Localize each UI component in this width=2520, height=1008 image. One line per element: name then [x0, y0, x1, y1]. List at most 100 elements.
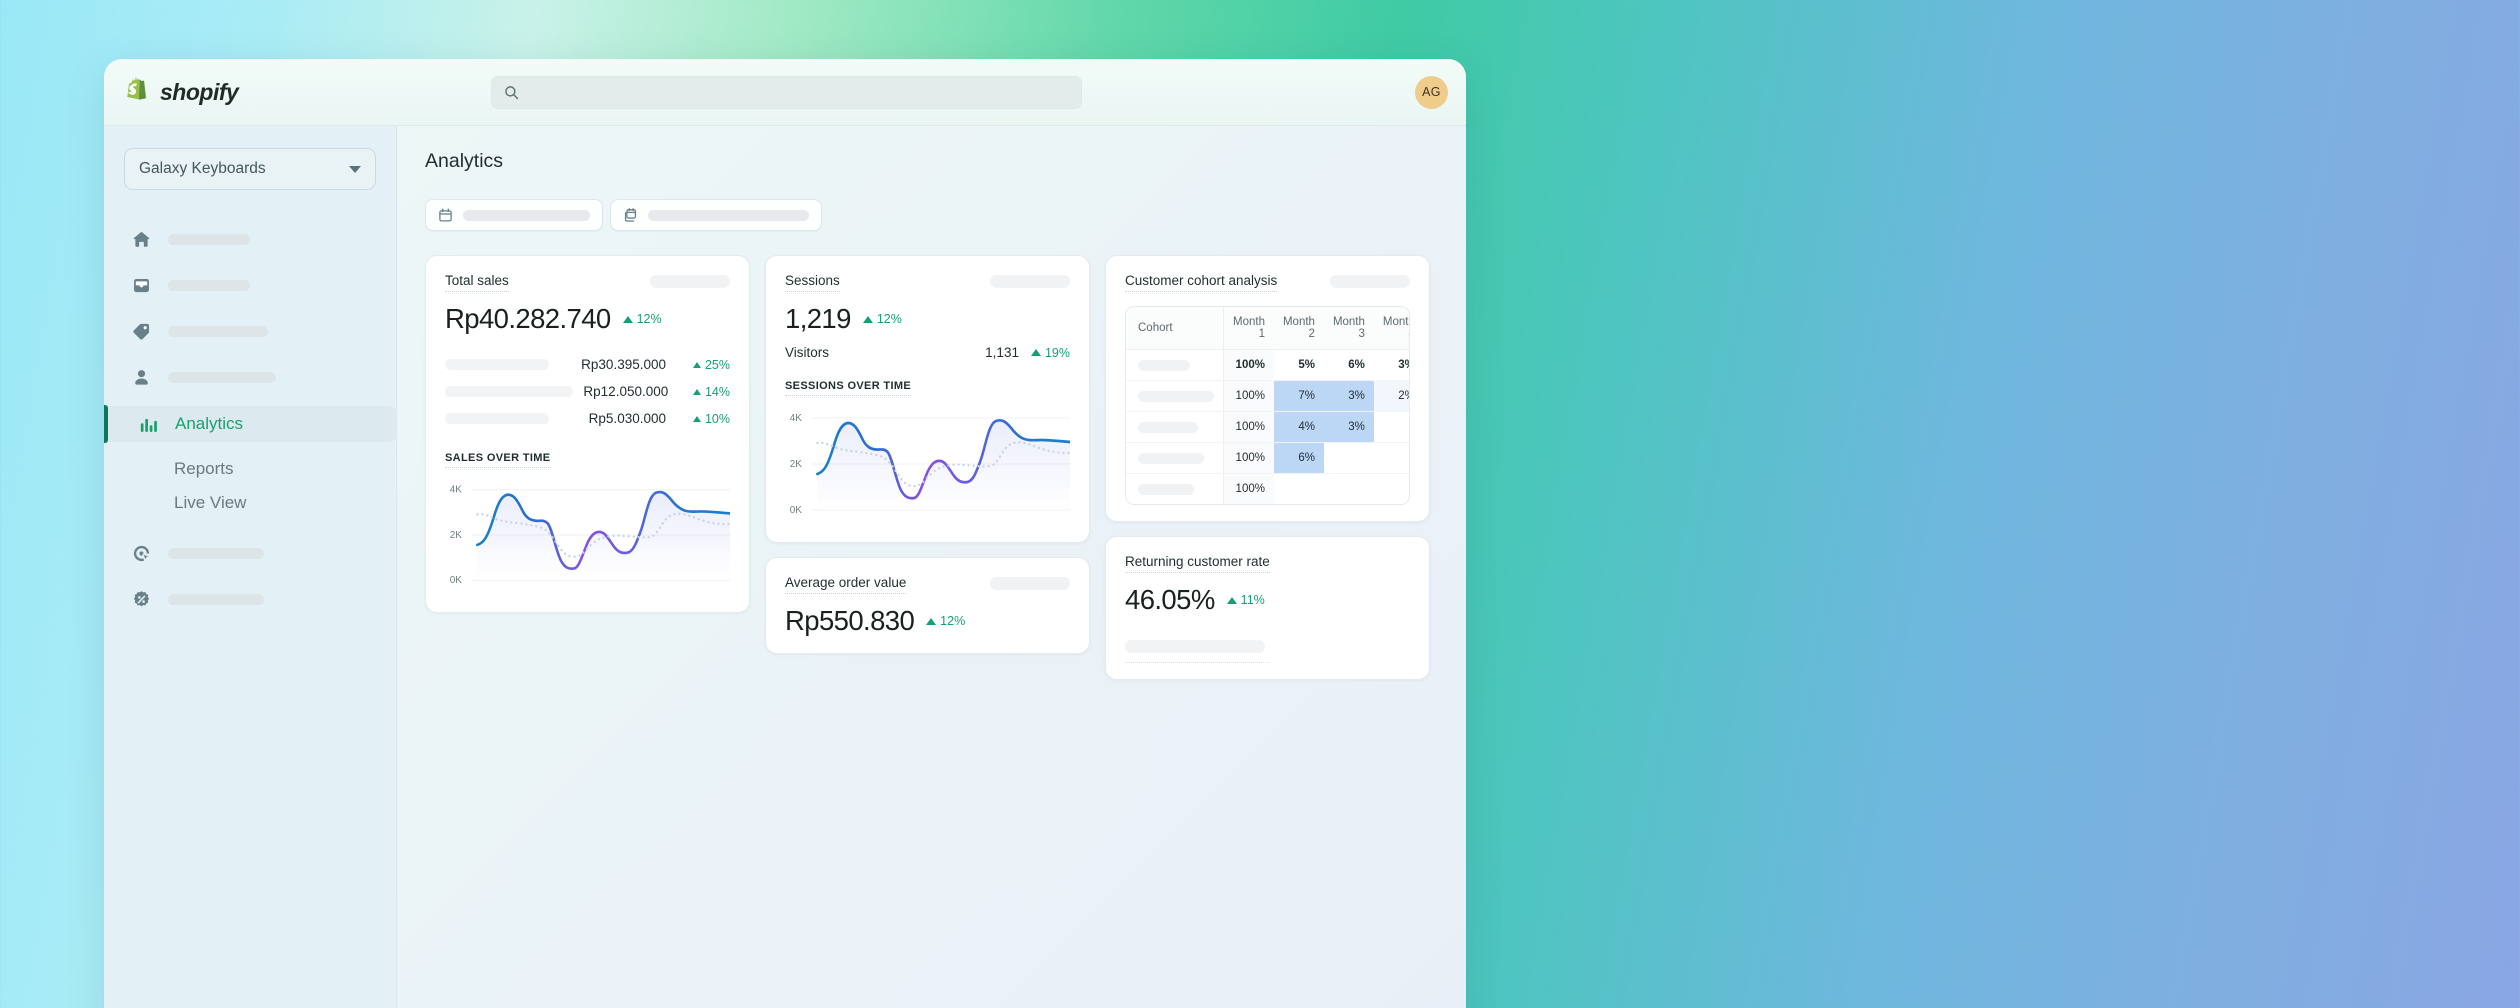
col-header-month-4: Month 4: [1373, 307, 1409, 350]
sidebar-item-orders[interactable]: [124, 268, 376, 302]
column-cohort: Customer cohort analysis Cohort Month 1 …: [1105, 255, 1430, 680]
column-sessions: Sessions 1,219 12% Visitors 1,131 19% SE…: [765, 255, 1090, 654]
store-selector[interactable]: Galaxy Keyboards: [124, 148, 376, 190]
cell-m4: [1373, 442, 1409, 474]
store-selector-value: Galaxy Keyboards: [139, 160, 266, 177]
total-sales-breakdown: Rp30.395.000 25% Rp12.050.000 14% Rp5.03…: [445, 351, 730, 432]
svg-text:4K: 4K: [450, 485, 462, 496]
sidebar-item-label-placeholder: [168, 371, 276, 383]
table-header-row: Cohort Month 1 Month 2 Month 3 Month 4: [1126, 307, 1409, 350]
total-sales-delta: 12%: [622, 312, 662, 326]
page-title: Analytics: [425, 150, 504, 172]
sidebar-item-live-view[interactable]: Live View: [124, 488, 376, 518]
breakdown-value: Rp30.395.000: [581, 357, 666, 372]
card-menu-placeholder[interactable]: [990, 275, 1070, 288]
sidebar-item-home[interactable]: [124, 222, 376, 256]
chevron-down-icon: [349, 165, 361, 173]
cohort-label-placeholder: [1138, 452, 1204, 464]
sidebar-item-live-view-label: Live View: [174, 493, 247, 512]
rcr-delta-value: 11%: [1240, 593, 1265, 607]
table-row: 100% 7% 3% 2%: [1126, 380, 1409, 412]
total-sales-title: Total sales: [445, 273, 509, 292]
calendar-icon: [439, 208, 452, 222]
breakdown-row: Rp5.030.000 10%: [445, 405, 730, 432]
shopify-logo[interactable]: shopify: [124, 77, 424, 108]
cell-m3: 3%: [1323, 380, 1374, 412]
sidebar-item-label-placeholder: [168, 547, 264, 559]
cell-m3: [1323, 442, 1374, 474]
breakdown-row: Rp30.395.000 25%: [445, 351, 730, 378]
svg-text:4K: 4K: [790, 413, 802, 424]
sidebar-item-marketing[interactable]: [124, 536, 376, 570]
card-returning-customer-rate: Returning customer rate 46.05% 11%: [1105, 536, 1430, 680]
card-average-order-value: Average order value Rp550.830 12%: [765, 557, 1090, 654]
table-row: 100%: [1126, 473, 1409, 505]
svg-text:2K: 2K: [450, 530, 462, 541]
cell-m1: 100%: [1223, 442, 1274, 474]
breakdown-row: Rp12.050.000 14%: [445, 378, 730, 405]
cell-m4: 3%: [1373, 349, 1409, 381]
cell-m4: 2%: [1373, 380, 1409, 412]
rcr-value: 46.05%: [1125, 584, 1215, 615]
trend-up-icon: [862, 315, 873, 323]
cohort-table: Cohort Month 1 Month 2 Month 3 Month 4: [1125, 306, 1410, 505]
cell-m1: 100%: [1223, 349, 1274, 381]
total-sales-value: Rp40.282.740: [445, 303, 611, 334]
trend-up-icon: [1030, 349, 1041, 356]
breakdown-delta-value: 10%: [704, 411, 730, 426]
breakdown-label-placeholder: [445, 413, 549, 424]
sidebar-item-analytics-label: Analytics: [175, 414, 244, 433]
col-header-month-2: Month 2: [1273, 307, 1324, 350]
card-menu-placeholder[interactable]: [990, 577, 1070, 590]
aov-title: Average order value: [785, 575, 907, 594]
aov-value: Rp550.830: [785, 605, 915, 636]
svg-text:0K: 0K: [450, 575, 462, 586]
rcr-delta: 11%: [1226, 593, 1265, 607]
target-cursor-icon: [133, 545, 151, 562]
cohort-label-placeholder: [1138, 390, 1214, 402]
cell-m2: 4%: [1273, 411, 1324, 443]
sidebar-item-discounts[interactable]: [124, 582, 376, 616]
sidebar-item-label-placeholder: [168, 279, 250, 291]
search-input[interactable]: [526, 85, 1069, 99]
card-total-sales: Total sales Rp40.282.740 12% Rp30.395.00…: [425, 255, 750, 613]
rcr-title: Returning customer rate: [1125, 554, 1270, 573]
table-row: 100% 6%: [1126, 442, 1409, 474]
sidebar-divider-gap: [124, 522, 376, 536]
card-grid: Total sales Rp40.282.740 12% Rp30.395.00…: [425, 255, 1438, 680]
cohort-title: Customer cohort analysis: [1125, 273, 1278, 292]
total-sales-delta-value: 12%: [636, 312, 662, 326]
cell-m1: 100%: [1223, 380, 1274, 412]
search-area: [424, 75, 1148, 109]
main-content: Analytics Total sales Rp40.282.740 12% R…: [397, 126, 1466, 1008]
sidebar-item-customers[interactable]: [124, 360, 376, 394]
trend-up-icon: [926, 617, 937, 625]
cell-m2: 7%: [1273, 380, 1324, 412]
search-icon: [504, 85, 518, 99]
breakdown-delta-value: 14%: [704, 384, 730, 399]
sidebar-item-label-placeholder: [168, 325, 268, 337]
trend-up-icon: [692, 415, 701, 422]
compare-filter[interactable]: [610, 199, 822, 231]
svg-text:0K: 0K: [790, 505, 802, 516]
col-header-month-1: Month 1: [1223, 307, 1274, 350]
cell-m3: 6%: [1323, 349, 1374, 381]
card-customer-cohort-analysis: Customer cohort analysis Cohort Month 1 …: [1105, 255, 1430, 522]
visitors-delta-value: 19%: [1044, 345, 1070, 360]
sidebar-item-analytics[interactable]: Analytics: [104, 405, 396, 443]
date-range-filter[interactable]: [425, 199, 603, 231]
filter-bar: [425, 199, 1438, 231]
breakdown-value: Rp5.030.000: [588, 411, 666, 426]
search-bar[interactable]: [490, 75, 1082, 109]
top-bar: shopify AG: [104, 59, 1466, 126]
sessions-delta-value: 12%: [876, 312, 902, 326]
card-menu-placeholder[interactable]: [650, 275, 730, 288]
sidebar-item-reports[interactable]: Reports: [124, 454, 376, 484]
cell-m2: 5%: [1273, 349, 1324, 381]
card-menu-placeholder[interactable]: [1330, 275, 1410, 288]
breakdown-label-placeholder: [445, 359, 549, 370]
sidebar-item-products[interactable]: [124, 314, 376, 348]
sales-over-time-title: SALES OVER TIME: [445, 452, 551, 468]
avatar[interactable]: AG: [1415, 75, 1448, 109]
cell-m2: [1274, 474, 1324, 505]
